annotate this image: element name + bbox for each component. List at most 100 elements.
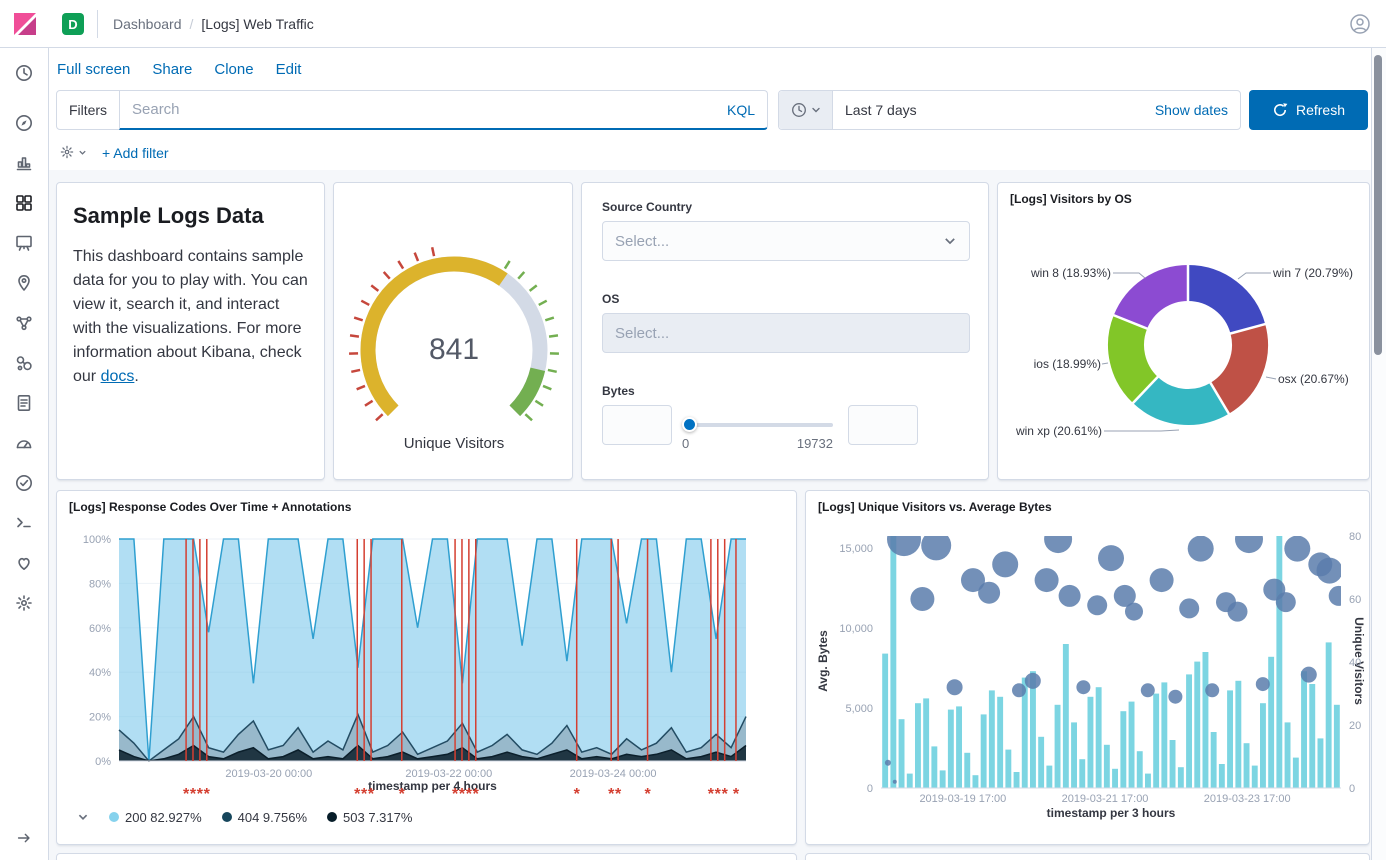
slider-track[interactable] bbox=[684, 423, 833, 427]
sidebar-item-uptime[interactable] bbox=[8, 467, 40, 499]
svg-text:*: * bbox=[204, 786, 211, 803]
date-picker: Last 7 days Show dates bbox=[778, 90, 1241, 130]
sidebar-collapse-button[interactable] bbox=[8, 822, 40, 854]
sidebar-item-visualize[interactable] bbox=[8, 147, 40, 179]
sidebar-item-canvas[interactable] bbox=[8, 227, 40, 259]
edit-button[interactable]: Edit bbox=[276, 61, 302, 78]
refresh-label: Refresh bbox=[1296, 102, 1345, 118]
panel-title: [Logs] Response Codes Over Time + Annota… bbox=[69, 500, 351, 514]
time-range-value[interactable]: Last 7 days bbox=[845, 102, 917, 118]
gear-icon bbox=[59, 144, 75, 160]
svg-text:80%: 80% bbox=[89, 578, 111, 590]
docs-link[interactable]: docs bbox=[101, 368, 135, 385]
clone-button[interactable]: Clone bbox=[214, 61, 253, 78]
scrollbar-thumb[interactable] bbox=[1374, 55, 1382, 355]
os-select[interactable]: Select... bbox=[602, 313, 970, 353]
bar-chart-icon bbox=[14, 153, 34, 173]
panel-title: [Logs] Visitors by OS bbox=[1010, 192, 1132, 206]
donut-chart[interactable] bbox=[998, 183, 1371, 481]
gauge-label: Unique Visitors bbox=[334, 435, 574, 452]
sidebar-item-metrics[interactable] bbox=[8, 427, 40, 459]
sidebar-item-management[interactable] bbox=[8, 587, 40, 619]
scrollbar-track[interactable] bbox=[1371, 48, 1386, 860]
sample-data-text-end: . bbox=[134, 368, 138, 385]
full-screen-button[interactable]: Full screen bbox=[57, 61, 130, 78]
breadcrumb-separator: / bbox=[190, 16, 194, 32]
bar-bubble-chart[interactable]: 05,00010,00015,0000204060802019-03-19 17… bbox=[806, 491, 1371, 846]
svg-text:60: 60 bbox=[1349, 594, 1361, 606]
chart-legend: 200 82.927% 404 9.756% 503 7.317% bbox=[77, 805, 412, 829]
kql-language-button[interactable]: KQL bbox=[727, 102, 755, 118]
sidebar-item-discover[interactable] bbox=[8, 107, 40, 139]
filters-menu-button[interactable]: Filters bbox=[56, 90, 120, 130]
legend-item-200[interactable]: 200 82.927% bbox=[109, 810, 202, 825]
svg-text:0%: 0% bbox=[95, 756, 111, 768]
speedometer-icon bbox=[14, 433, 34, 453]
panel-visitors-vs-bytes: [Logs] Unique Visitors vs. Average Bytes… bbox=[805, 490, 1370, 845]
svg-text:5,000: 5,000 bbox=[845, 703, 873, 715]
svg-text:2019-03-23 17:00: 2019-03-23 17:00 bbox=[1204, 793, 1291, 805]
search-input[interactable] bbox=[132, 101, 719, 118]
sidebar-item-dev-tools[interactable] bbox=[8, 507, 40, 539]
svg-text:2019-03-20 00:00: 2019-03-20 00:00 bbox=[225, 768, 312, 780]
sidebar-item-recently-viewed[interactable] bbox=[8, 57, 40, 89]
legend-dot bbox=[327, 812, 337, 822]
os-placeholder: Select... bbox=[615, 325, 669, 342]
dashboard-grid-icon bbox=[14, 193, 34, 213]
legend-dot bbox=[109, 812, 119, 822]
slider-max-value: 19732 bbox=[732, 436, 833, 451]
refresh-button[interactable]: Refresh bbox=[1249, 90, 1368, 130]
map-pin-icon bbox=[14, 273, 34, 293]
svg-text:20%: 20% bbox=[89, 712, 111, 724]
svg-text:2019-03-19 17:00: 2019-03-19 17:00 bbox=[919, 793, 1006, 805]
time-quick-select-button[interactable] bbox=[779, 91, 833, 129]
svg-text:*: * bbox=[399, 786, 406, 803]
add-filter-button[interactable]: + Add filter bbox=[102, 145, 169, 161]
compass-icon bbox=[14, 113, 34, 133]
source-country-select[interactable]: Select... bbox=[602, 221, 970, 261]
chevron-down-icon bbox=[78, 148, 87, 157]
legend-item-503[interactable]: 503 7.317% bbox=[327, 810, 412, 825]
sample-data-body: This dashboard contains sample data for … bbox=[73, 245, 311, 389]
sidebar-item-logs[interactable] bbox=[8, 387, 40, 419]
svg-text:0: 0 bbox=[867, 783, 873, 795]
bytes-max-input[interactable] bbox=[848, 405, 918, 445]
gauge-chart[interactable] bbox=[344, 238, 564, 433]
share-button[interactable]: Share bbox=[152, 61, 192, 78]
svg-text:*: * bbox=[733, 786, 740, 803]
svg-text:40%: 40% bbox=[89, 667, 111, 679]
legend-label: 200 82.927% bbox=[125, 810, 202, 825]
bubbles-icon bbox=[14, 353, 34, 373]
breadcrumb: Dashboard / [Logs] Web Traffic bbox=[113, 0, 314, 48]
chevron-down-icon bbox=[811, 105, 821, 115]
slider-handle[interactable] bbox=[682, 417, 697, 432]
show-dates-button[interactable]: Show dates bbox=[1155, 102, 1228, 118]
kibana-logo[interactable] bbox=[12, 11, 38, 37]
header-divider bbox=[97, 10, 98, 38]
bytes-label: Bytes bbox=[602, 384, 635, 398]
heart-pulse-icon bbox=[14, 553, 34, 573]
breadcrumb-dashboard[interactable]: Dashboard bbox=[113, 16, 182, 32]
app-header: D Dashboard / [Logs] Web Traffic bbox=[0, 0, 1386, 48]
chevron-down-icon bbox=[943, 234, 957, 248]
panel-input-controls: Source Country Select... OS Select... By… bbox=[581, 182, 989, 480]
area-chart[interactable]: 0%20%40%60%80%100%********************20… bbox=[57, 491, 798, 846]
space-avatar[interactable]: D bbox=[62, 13, 84, 35]
user-menu-icon[interactable] bbox=[1348, 12, 1372, 36]
panel-response-codes: [Logs] Response Codes Over Time + Annota… bbox=[56, 490, 797, 845]
panel-title: [Logs] Unique Visitors vs. Average Bytes bbox=[818, 500, 1052, 514]
arrow-right-icon bbox=[15, 829, 33, 847]
sidebar-item-stack-monitoring[interactable] bbox=[8, 547, 40, 579]
sidebar-item-machine-learning[interactable] bbox=[8, 307, 40, 339]
filter-options-button[interactable] bbox=[59, 144, 87, 160]
refresh-icon bbox=[1272, 102, 1288, 118]
sidebar-item-maps[interactable] bbox=[8, 267, 40, 299]
bytes-min-input[interactable] bbox=[602, 405, 672, 445]
sidebar-item-dashboard[interactable] bbox=[8, 187, 40, 219]
legend-toggle-icon[interactable] bbox=[77, 811, 89, 823]
sidebar-item-graph[interactable] bbox=[8, 347, 40, 379]
os-label: OS bbox=[602, 292, 619, 306]
svg-text:*: * bbox=[722, 786, 729, 803]
nodes-icon bbox=[14, 313, 34, 333]
legend-item-404[interactable]: 404 9.756% bbox=[222, 810, 307, 825]
